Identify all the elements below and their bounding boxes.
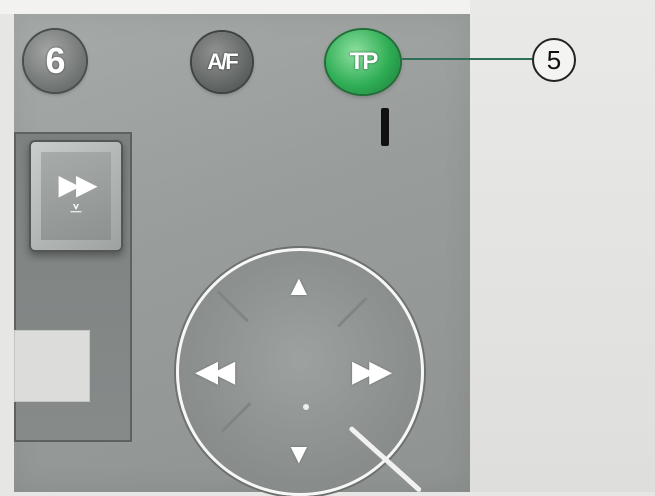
dial-center-dot [303, 404, 309, 410]
tp-button[interactable]: TP [326, 30, 400, 94]
rewind-icon[interactable]: ◀◀ [195, 354, 235, 389]
preset-6-button[interactable]: 6 [24, 30, 86, 92]
af-button[interactable]: A/F [192, 32, 252, 92]
callout-line [400, 58, 532, 60]
eject-icon: ⩡ [69, 196, 83, 221]
fast-forward-icon[interactable]: ▶▶ [352, 354, 392, 389]
indicator-mark [381, 108, 389, 146]
callout-number-badge: 5 [532, 38, 576, 82]
fast-forward-icon: ▶▶ [58, 169, 97, 200]
fast-forward-eject-face: ▶▶ ⩡ [41, 152, 111, 240]
display-window [14, 330, 90, 402]
up-arrow-icon[interactable]: ▲ [285, 270, 313, 302]
down-arrow-icon[interactable]: ▼ [285, 438, 313, 470]
fast-forward-eject-button[interactable]: ▶▶ ⩡ [29, 140, 123, 252]
